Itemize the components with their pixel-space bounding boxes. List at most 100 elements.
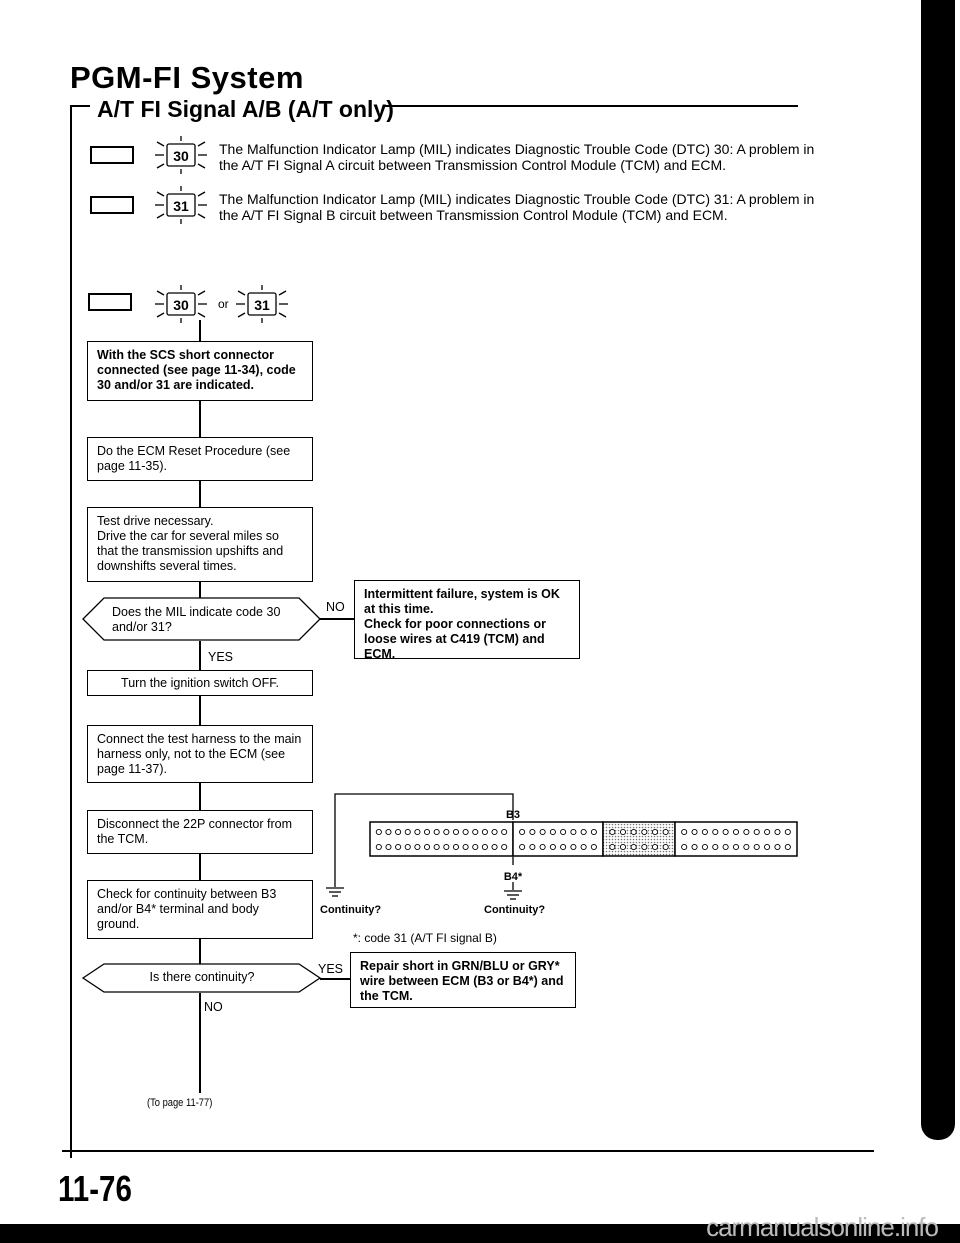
connector-pin: [712, 843, 719, 851]
code-30-line1: The Malfunction Indicator Lamp (MIL) ind…: [219, 141, 815, 157]
test-drive-instructions: Drive the car for several miles so that …: [97, 529, 284, 573]
connector-pin: [414, 843, 421, 851]
section-title-rule: [384, 105, 798, 107]
flow-step-test-drive: Test drive necessary. Drive the car for …: [87, 507, 313, 582]
connector-pin: [472, 828, 479, 836]
connector-pin: [570, 843, 577, 851]
decision2-no-label: NO: [204, 1000, 223, 1014]
connector-section-3: [602, 821, 676, 857]
decision2-yes-label: YES: [318, 962, 344, 976]
connector-pin: [519, 828, 526, 836]
connector-pin: [662, 828, 669, 836]
frame-border-top: [70, 105, 90, 107]
connector-pin: [753, 828, 760, 836]
connector-pin: [433, 843, 440, 851]
flow-step-ecm-reset: Do the ECM Reset Procedure (see page 11-…: [87, 437, 313, 481]
connector-pin: [491, 828, 498, 836]
connector-pin: [681, 843, 688, 851]
connector-pin: [681, 828, 688, 836]
connector-pin: [722, 843, 729, 851]
frame-border-left: [70, 105, 72, 1158]
connector-section-1: [369, 821, 514, 857]
connector-pin: [609, 843, 616, 851]
decision1-no-label: NO: [326, 600, 345, 614]
connector-pin: [580, 828, 587, 836]
connector-pin: [732, 828, 740, 836]
connector-pin: [641, 828, 648, 836]
connector-pin: [743, 828, 750, 836]
section-title: A/T FI Signal A/B (A/T only): [97, 96, 394, 122]
ecm-connector-diagram: B3 B4* Continuity? Continuity?: [320, 793, 798, 916]
frame-border-bottom: [62, 1150, 874, 1152]
connector-pin: [651, 843, 659, 851]
connector-pin: [641, 843, 648, 851]
test-drive-heading: Test drive necessary.: [97, 514, 214, 528]
code-31-line2: the A/T FI Signal B circuit between Tran…: [219, 207, 728, 223]
connector-pin: [491, 843, 498, 851]
flow-connector: [199, 696, 201, 726]
flow-step-ignition-off: Turn the ignition switch OFF.: [87, 670, 313, 696]
connector-pin: [743, 843, 750, 851]
connector-pin: [712, 828, 719, 836]
connector-pin: [462, 828, 469, 836]
connector-pin: [501, 843, 508, 851]
connector-pin: [590, 828, 597, 836]
decision1-yes-label: YES: [208, 650, 234, 664]
connector-pin: [732, 843, 740, 851]
connector-pin: [519, 843, 526, 851]
connector-pin: [651, 828, 659, 836]
connector-pin: [414, 828, 421, 836]
connector-pin: [560, 843, 567, 851]
connector-pin: [423, 828, 431, 836]
flow-connector: [199, 481, 201, 508]
connector-pin: [774, 843, 781, 851]
flow-connector: [199, 401, 201, 438]
blinking-code-30-icon: 30: [155, 136, 207, 174]
watermark: carmanualsonline.info: [706, 1212, 939, 1242]
mil-lamp-icon: [88, 293, 132, 311]
connector-pin: [452, 828, 460, 836]
connector-pin: [784, 843, 791, 851]
connector-pin: [691, 828, 698, 836]
connector-pin: [619, 828, 627, 836]
flow-connector: [199, 641, 201, 671]
connector-pin: [691, 843, 698, 851]
connector-pin: [452, 843, 460, 851]
connector-pin: [395, 843, 402, 851]
flow-connector: [199, 320, 201, 342]
connector-pin: [774, 828, 781, 836]
connector-pin: [662, 843, 669, 851]
page-title: PGM-FI System: [70, 60, 304, 95]
connector-pin: [395, 828, 402, 836]
connector-pin: [423, 843, 431, 851]
connector-pin: [549, 843, 556, 851]
connector-footnote: *: code 31 (A/T FI signal B): [353, 931, 497, 945]
connector-pin: [375, 843, 382, 851]
b3-label: B3: [506, 809, 520, 821]
blinking-code-31-icon: 31: [236, 285, 288, 323]
connector-pin: [560, 828, 567, 836]
connector-pin: [481, 828, 488, 836]
b4-label: B4*: [504, 871, 523, 883]
connector-pin: [630, 828, 637, 836]
flow-result-repair-short: Repair short in GRN/BLU or GRY* wire bet…: [350, 952, 576, 1008]
connector-section-2: [512, 821, 604, 857]
decision-continuity-question: Is there continuity?: [149, 970, 255, 984]
code-31-description: The Malfunction Indicator Lamp (MIL) ind…: [219, 191, 814, 223]
code-30-number: 30: [173, 148, 189, 164]
connector-pin: [404, 828, 411, 836]
combined-code-b: 31: [254, 297, 270, 313]
continue-to-page: (To page 11-77): [147, 1097, 213, 1109]
intermittent-line2: Check for poor connections or loose wire…: [364, 617, 546, 661]
connector-pin: [619, 843, 627, 851]
binder-edge: [921, 0, 955, 1140]
connector-pin: [609, 828, 616, 836]
flow-step-scs-connector: With the SCS short connector connected (…: [87, 341, 313, 401]
connector-pin: [481, 843, 488, 851]
mil-lamp-icon: [90, 146, 134, 164]
connector-pin: [539, 843, 546, 851]
code-30-description: The Malfunction Indicator Lamp (MIL) ind…: [219, 141, 814, 173]
connector-pin: [580, 843, 587, 851]
code-31-number: 31: [173, 198, 189, 214]
connector-pin: [385, 828, 392, 836]
